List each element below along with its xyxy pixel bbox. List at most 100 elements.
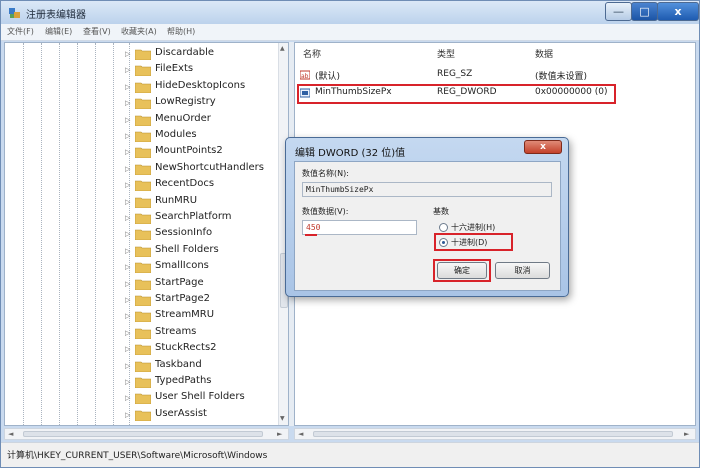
expand-arrow-icon[interactable]: ▷ (125, 312, 130, 320)
expand-arrow-icon[interactable]: ▷ (125, 165, 130, 173)
scroll-thumb[interactable] (313, 431, 673, 437)
menu-file[interactable]: 文件(F) (7, 26, 34, 37)
tree-item-label: FileExts (155, 63, 194, 75)
list-item[interactable]: ab (默认) REG_SZ (数值未设置) (295, 67, 695, 83)
maximize-button[interactable]: □ (631, 2, 658, 21)
tree-guide-line (113, 43, 114, 425)
cancel-button[interactable]: 取消 (495, 262, 550, 279)
tree-guide-line (41, 43, 42, 425)
scroll-right-arrow-icon[interactable]: ► (684, 430, 689, 438)
expand-arrow-icon[interactable]: ▷ (125, 50, 130, 58)
expand-arrow-icon[interactable]: ▷ (125, 378, 130, 386)
folder-icon (135, 213, 151, 224)
folder-icon (135, 180, 151, 192)
expand-arrow-icon[interactable]: ▷ (125, 66, 130, 74)
registry-key-tree[interactable]: ▷ Discardable ▷ FileExts ▷ HideDesktopIcons ▷ L… (4, 42, 289, 426)
status-bar: 计算机\HKEY_CURRENT_USER\Software\Microsoft… (1, 442, 699, 467)
scroll-down-arrow-icon[interactable]: ▼ (280, 415, 285, 422)
value-data-input[interactable]: 450 (302, 220, 417, 235)
expand-arrow-icon[interactable]: ▷ (125, 181, 130, 189)
radio-hexadecimal[interactable] (439, 223, 448, 232)
folder-icon (135, 361, 151, 372)
tree-horizontal-scrollbar[interactable]: ◄ ► (4, 428, 289, 440)
menu-bar: 文件(F) 编辑(E) 查看(V) 收藏夹(A) 帮助(H) (1, 24, 699, 41)
dialog-close-button[interactable]: x (524, 140, 562, 154)
tree-guide-line (59, 43, 60, 425)
expand-arrow-icon[interactable]: ▷ (125, 83, 130, 91)
folder-icon (135, 410, 151, 421)
folder-icon (135, 344, 151, 356)
tree-item-label: TypedPaths (155, 375, 212, 386)
scroll-left-arrow-icon[interactable]: ◄ (298, 430, 303, 438)
menu-help[interactable]: 帮助(H) (167, 26, 195, 37)
registry-editor-icon (9, 8, 20, 18)
expand-arrow-icon[interactable]: ▷ (125, 132, 130, 140)
scroll-thumb[interactable] (23, 431, 263, 437)
column-header-type[interactable]: 类型 (437, 47, 455, 60)
expand-arrow-icon[interactable]: ▷ (125, 296, 130, 304)
expand-arrow-icon[interactable]: ▷ (125, 411, 130, 419)
base-group-label: 基数 (433, 207, 449, 216)
menu-favorites[interactable]: 收藏夹(A) (121, 26, 157, 37)
tree-item-label: Modules (155, 129, 197, 140)
expand-arrow-icon[interactable]: ▷ (125, 99, 130, 107)
tree-item-label: MenuOrder (155, 112, 211, 124)
expand-arrow-icon[interactable]: ▷ (125, 362, 130, 370)
tree-item-label: MountPoints2 (155, 145, 223, 157)
column-header-name[interactable]: 名称 (303, 47, 321, 60)
scroll-left-arrow-icon[interactable]: ◄ (8, 430, 13, 438)
expand-arrow-icon[interactable]: ▷ (125, 148, 130, 156)
highlight-annotation-ok (433, 259, 491, 282)
value-name-text: MinThumbSizePx (306, 185, 374, 194)
folder-icon (135, 246, 151, 257)
folder-icon (135, 115, 151, 126)
folder-icon (135, 66, 151, 77)
scroll-up-arrow-icon[interactable]: ▲ (280, 45, 285, 52)
expand-arrow-icon[interactable]: ▷ (125, 394, 130, 402)
highlight-annotation-row (297, 84, 616, 104)
tree-guide-line (23, 43, 24, 425)
folder-icon (135, 230, 151, 241)
close-button[interactable]: x (657, 2, 699, 21)
expand-arrow-icon[interactable]: ▷ (125, 230, 130, 238)
expand-arrow-icon[interactable]: ▷ (125, 116, 130, 124)
menu-view[interactable]: 查看(V) (83, 26, 111, 37)
column-header-data[interactable]: 数据 (535, 47, 553, 60)
tree-item-label: StartPage (155, 276, 204, 288)
scroll-right-arrow-icon[interactable]: ► (277, 430, 282, 438)
tree-guide-line (77, 43, 78, 425)
folder-icon (135, 262, 151, 274)
tree-item-label: StreamMRU (155, 309, 215, 321)
tree-item-label: Discardable (155, 47, 215, 58)
string-value-icon: ab (300, 70, 310, 80)
minimize-button[interactable]: — (605, 2, 632, 21)
expand-arrow-icon[interactable]: ▷ (125, 198, 130, 206)
title-bar: 注册表编辑器 — □ x (1, 1, 699, 24)
value-name: (默认) (315, 72, 341, 82)
folder-icon (135, 328, 151, 339)
expand-arrow-icon[interactable]: ▷ (125, 247, 130, 255)
expand-arrow-icon[interactable]: ▷ (125, 214, 130, 222)
tree-item-label: StartPage2 (155, 293, 210, 304)
radio-hexadecimal-label[interactable]: 十六进制(H) (451, 222, 495, 233)
tree-item-label: User Shell Folders (155, 391, 245, 403)
menu-edit[interactable]: 编辑(E) (45, 26, 72, 37)
folder-icon (135, 98, 151, 110)
expand-arrow-icon[interactable]: ▷ (125, 329, 130, 337)
expand-arrow-icon[interactable]: ▷ (125, 345, 130, 353)
folder-icon (135, 377, 151, 388)
tree-item-label: Streams (155, 325, 197, 337)
folder-icon (135, 295, 151, 306)
expand-arrow-icon[interactable]: ▷ (125, 263, 130, 271)
expand-arrow-icon[interactable]: ▷ (125, 280, 130, 288)
list-horizontal-scrollbar[interactable]: ◄ ► (294, 428, 696, 440)
tree-item-label: LowRegistry (155, 96, 216, 108)
folder-icon (135, 312, 151, 323)
tree-item-label: UserAssist (155, 407, 207, 419)
edit-dword-dialog: 编辑 DWORD (32 位)值 x 数值名称(N): MinThumbSize… (285, 137, 569, 297)
value-name-label: 数值名称(N): (302, 169, 349, 178)
tree-item-label: StuckRects2 (155, 342, 217, 354)
folder-icon (135, 131, 151, 142)
folder-icon (135, 164, 151, 175)
highlight-annotation-decimal (434, 233, 513, 251)
